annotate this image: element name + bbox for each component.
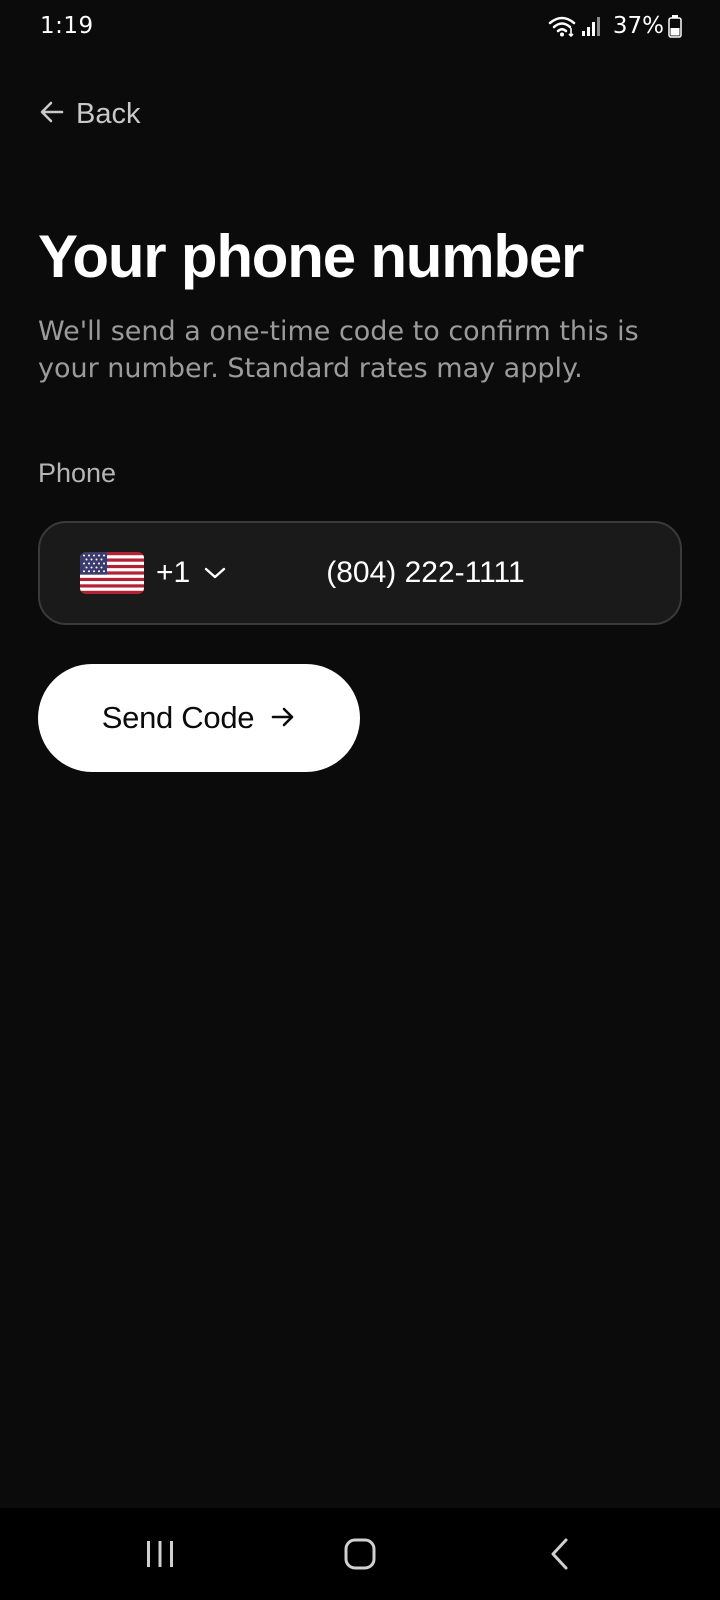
system-nav-bar <box>0 1508 720 1600</box>
send-code-label: Send Code <box>101 700 255 735</box>
page-subtitle: We'll send a one-time code to confirm th… <box>38 316 639 384</box>
page-title: Your phone number <box>38 223 584 290</box>
country-code: +1 <box>156 556 191 589</box>
battery-icon <box>668 14 682 38</box>
phone-number-screen: 1:19 37% Back Your phone number We'll se… <box>0 0 720 1600</box>
phone-field: +1 <box>38 521 713 625</box>
back-nav-icon[interactable] <box>520 1514 600 1594</box>
chevron-down-icon <box>204 566 226 580</box>
home-icon[interactable] <box>320 1514 400 1594</box>
country-code-selector[interactable]: +1 <box>40 523 226 623</box>
recents-icon[interactable] <box>120 1514 200 1594</box>
phone-field-label: Phone <box>38 458 117 488</box>
send-code-button[interactable]: Send Code <box>38 664 360 772</box>
arrow-right-icon <box>270 704 296 733</box>
phone-number-input[interactable] <box>256 523 713 623</box>
status-icons: 37% <box>547 13 682 39</box>
status-time: 1:19 <box>40 13 94 39</box>
battery-percentage: 37% <box>612 13 664 39</box>
wifi-icon <box>547 14 577 38</box>
us-flag-icon <box>80 552 144 594</box>
signal-icon <box>581 15 603 37</box>
back-label: Back <box>76 98 141 130</box>
status-bar: 1:19 37% <box>0 0 720 52</box>
back-button[interactable]: Back <box>38 98 140 131</box>
arrow-left-icon <box>38 98 66 131</box>
